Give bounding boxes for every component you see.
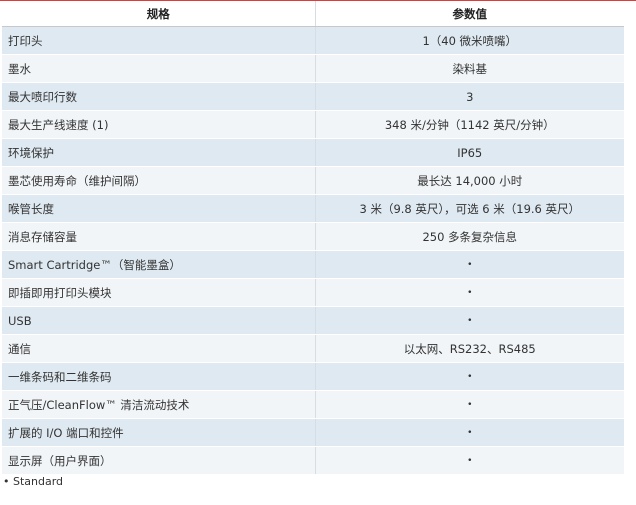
- table-row: 最大生产线速度 (1) 348 米/分钟（1142 英尺/分钟）: [2, 110, 624, 139]
- spec-label: 正气压/CleanFlow™ 清洁流动技术: [2, 390, 315, 419]
- spec-label: 扩展的 I/O 端口和控件: [2, 418, 315, 447]
- table-row: 一维条码和二维条码 •: [2, 362, 624, 391]
- standard-bullet-icon: •: [314, 362, 624, 391]
- spec-label: 墨芯使用寿命（维护间隔）: [2, 166, 315, 195]
- spec-label: 喉管长度: [2, 194, 315, 223]
- spec-label: 墨水: [2, 54, 315, 83]
- spec-label: 一维条码和二维条码: [2, 362, 315, 391]
- spec-label: 通信: [2, 334, 315, 363]
- table-row: 最大喷印行数 3: [2, 82, 624, 111]
- table-row: USB •: [2, 306, 624, 335]
- spec-value: 348 米/分钟（1142 英尺/分钟）: [314, 110, 624, 139]
- table-row: 消息存储容量 250 多条复杂信息: [2, 222, 624, 251]
- spec-label: USB: [2, 306, 315, 335]
- table-row: 显示屏（用户界面） •: [2, 446, 624, 475]
- table-row: 打印头 1（40 微米喷嘴）: [2, 26, 624, 55]
- spec-label: 环境保护: [2, 138, 315, 167]
- spec-label: 消息存储容量: [2, 222, 315, 251]
- header-value: 参数值: [314, 1, 624, 27]
- spec-value: 3: [314, 82, 624, 111]
- table-row: 喉管长度 3 米（9.8 英尺），可选 6 米（19.6 英尺）: [2, 194, 624, 223]
- spec-value: 以太网、RS232、RS485: [314, 334, 624, 363]
- spec-value: 1（40 微米喷嘴）: [314, 26, 624, 55]
- spec-label: 最大生产线速度 (1): [2, 110, 315, 139]
- table-row: 通信 以太网、RS232、RS485: [2, 334, 624, 363]
- table-row: Smart Cartridge™（智能墨盒） •: [2, 250, 624, 279]
- spec-value: 染料基: [314, 54, 624, 83]
- spec-value: IP65: [314, 138, 624, 167]
- header-spec: 规格: [2, 1, 315, 27]
- table-row: 墨水 染料基: [2, 54, 624, 83]
- spec-label: 即插即用打印头模块: [2, 278, 315, 307]
- spec-label: 打印头: [2, 26, 315, 55]
- spec-label: 显示屏（用户界面）: [2, 446, 315, 475]
- table-row: 正气压/CleanFlow™ 清洁流动技术 •: [2, 390, 624, 419]
- standard-bullet-icon: •: [314, 418, 624, 447]
- table-row: 环境保护 IP65: [2, 138, 624, 167]
- spec-label: Smart Cartridge™（智能墨盒）: [2, 250, 315, 279]
- footnote-standard: • Standard: [3, 475, 64, 488]
- table-row: 扩展的 I/O 端口和控件 •: [2, 418, 624, 447]
- table-header-row: 规格 参数值: [2, 1, 624, 27]
- table-row: 即插即用打印头模块 •: [2, 278, 624, 307]
- spec-label: 最大喷印行数: [2, 82, 315, 111]
- standard-bullet-icon: •: [314, 390, 624, 419]
- table-row: 墨芯使用寿命（维护间隔） 最长达 14,000 小时: [2, 166, 624, 195]
- spec-table: 规格 参数值 打印头 1（40 微米喷嘴） 墨水 染料基 最大喷印行数 3 最大…: [2, 1, 624, 475]
- spec-value: 最长达 14,000 小时: [314, 166, 624, 195]
- spec-value: 3 米（9.8 英尺），可选 6 米（19.6 英尺）: [314, 194, 624, 223]
- spec-value: 250 多条复杂信息: [314, 222, 624, 251]
- standard-bullet-icon: •: [314, 278, 624, 307]
- standard-bullet-icon: •: [314, 306, 624, 335]
- standard-bullet-icon: •: [314, 446, 624, 475]
- standard-bullet-icon: •: [314, 250, 624, 279]
